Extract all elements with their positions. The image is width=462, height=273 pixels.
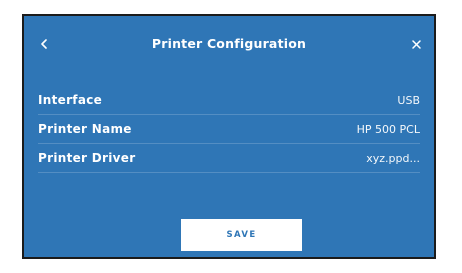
save-button[interactable]: SAVE	[181, 219, 302, 251]
setting-value: USB	[397, 93, 420, 107]
setting-label: Printer Name	[38, 122, 132, 136]
setting-label: Interface	[38, 93, 103, 107]
setting-row-printer-driver[interactable]: Printer Driver xyz.ppd...	[38, 144, 420, 173]
settings-list: Interface USB Printer Name HP 500 PCL Pr…	[38, 86, 420, 173]
setting-row-printer-name[interactable]: Printer Name HP 500 PCL	[38, 115, 420, 144]
close-button[interactable]	[408, 36, 424, 52]
printer-configuration-dialog: Printer Configuration Interface USB Prin…	[22, 14, 436, 259]
close-icon	[411, 39, 421, 49]
dialog-header: Printer Configuration	[24, 16, 434, 74]
setting-value: xyz.ppd...	[366, 151, 420, 165]
dialog-title: Printer Configuration	[151, 36, 307, 51]
setting-row-interface[interactable]: Interface USB	[38, 86, 420, 115]
setting-label: Printer Driver	[38, 151, 136, 165]
setting-value: HP 500 PCL	[356, 122, 420, 136]
